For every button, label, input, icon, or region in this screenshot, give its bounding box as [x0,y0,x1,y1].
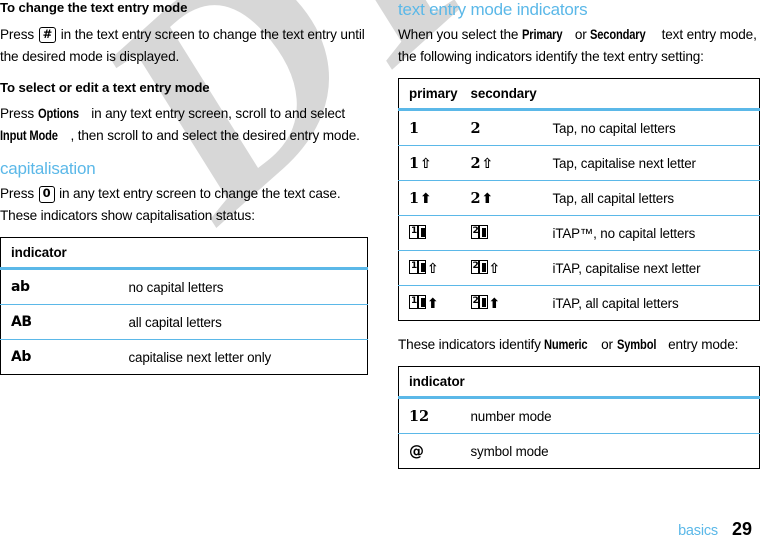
hollow-up-arrow-icon: ⇧ [427,260,439,277]
open-book-icon: 1 [409,260,426,275]
solid-up-arrow-icon: ⬆ [488,295,501,312]
table-row: 1 2 Tap, no capital letters [399,110,760,146]
table-row: ab no capital letters [1,269,368,305]
footer-section-label: basics [678,523,718,539]
emphasis-numeric: Numeric [544,337,588,353]
indicator-description: number mode [470,408,552,424]
primary-indicator-itap-next-caps: 1 ⇧ [398,250,461,286]
table-row: @ symbol mode [398,433,760,469]
page-footer: basics 29 [678,519,752,540]
secondary-indicator-tap-no-caps: 2 [470,119,481,137]
secondary-indicator-itap-no-caps: 2 [460,215,543,251]
emphasis-primary: Primary [521,27,563,43]
emphasis-symbol: Symbol [616,337,656,353]
mode-description: Tap, no capital letters [552,120,676,136]
press-label-2: Press [0,106,34,122]
table-header-row: primary secondary [398,78,760,112]
hollow-up-arrow-icon: ⇧ [481,156,494,173]
column-header-secondary: secondary [460,78,760,112]
column-header-indicator: indicator [398,366,760,400]
paragraph-numeric-symbol-start: These indicators identify [398,337,541,353]
paragraph-select-edit-mid: in any text entry screen, scroll to and … [91,106,346,122]
hash-key-icon: # [38,26,57,44]
left-column: To change the text entry mode Press # in… [0,0,368,376]
table-header-row: indicator [398,366,760,400]
solid-up-arrow-icon: ⬆ [481,191,494,208]
press-label-1: Press [0,26,34,42]
right-column: text entry mode indicators When you sele… [398,0,760,470]
secondary-indicator-tap-next-caps: 2⇧ [460,145,543,181]
solid-up-arrow-icon: ⬆ [427,295,439,312]
table-header-row: indicator [0,237,368,271]
text-entry-mode-table: primary secondary 1 2 Tap, no capital le… [398,78,760,322]
press-label-3: Press [0,186,34,202]
heading-change-text-entry-mode: To change the text entry mode [0,0,188,15]
primary-indicator-tap-all-caps: 1⬆ [398,180,461,216]
emphasis-input-mode: Input Mode [0,128,58,144]
mode-description: iTAP™, no capital letters [542,215,760,251]
paragraph-change-mode: Press # in the text entry screen to chan… [0,24,368,68]
footer-page-number: 29 [731,519,752,539]
numeric-symbol-indicator-table: indicator 12 number mode @ symbol mode [398,366,760,470]
heading-select-edit-text-entry-mode: To select or edit a text entry mode [0,79,210,95]
heading-capitalisation: capitalisation [0,159,96,179]
secondary-indicator-tap-all-caps: 2⬆ [460,180,543,216]
table-row: 1 2 iTAP™, no capital letters [398,215,760,251]
primary-indicator-tap-next-caps: 1⇧ [398,145,461,181]
primary-indicator-itap-all-caps: 1 ⬆ [398,285,461,321]
zero-key-icon: 0 [38,186,55,204]
table-row: 1 ⬆ 2 ⬆ iTAP, all capital letters [398,285,760,321]
table-row: 1⬆ 2⬆ Tap, all capital letters [398,180,760,216]
paragraph-select-edit-end: , then scroll to and select the desired … [70,128,360,144]
manual-page: To change the text entry mode Press # in… [0,0,760,546]
emphasis-secondary: Secondary [590,27,646,43]
primary-indicator-itap-no-caps: 1 [398,215,461,251]
heading-text-entry-mode-indicators: text entry mode indicators [398,0,588,19]
paragraph-mode-indicators-start: When you select the [398,27,519,43]
hollow-up-arrow-icon: ⇧ [419,156,432,173]
indicator-glyph-next-caps: Ab [0,339,119,375]
paragraph-numeric-symbol: These indicators identify Numeric or Sym… [398,334,760,356]
table-row: 12 number mode [399,398,760,434]
column-header-primary: primary [398,78,461,112]
conjunction-or-2: or [601,337,613,353]
paragraph-capitalisation: Press 0 in any text entry screen to chan… [0,183,368,227]
capitalisation-indicator-table: indicator ab no capital letters AB all c… [0,237,368,376]
table-row: 1⇧ 2⇧ Tap, capitalise next letter [398,145,760,181]
conjunction-or-1: or [574,27,587,43]
indicator-glyph-all-caps: AB [0,304,119,340]
mode-description: iTAP, all capital letters [542,285,760,321]
table-row: 1 ⇧ 2 ⇧ iTAP, capitalise next letter [398,250,760,286]
open-book-icon: 1 [409,225,426,240]
indicator-description: symbol mode [460,433,760,469]
open-book-icon: 2 [470,225,488,240]
indicator-description: no capital letters [128,279,224,295]
paragraph-mode-indicators: When you select the Primary or Secondary… [398,24,760,68]
table-row: Ab capitalise next letter only [0,339,368,375]
indicator-glyph-symbol-mode: @ [398,433,461,469]
indicator-description: all capital letters [118,304,368,340]
table-row: AB all capital letters [0,304,368,340]
secondary-indicator-itap-all-caps: 2 ⬆ [460,285,543,321]
primary-indicator-tap-no-caps: 1 [409,119,419,137]
paragraph-select-edit: Press Options in any text entry screen, … [0,103,368,147]
mode-description: iTAP, capitalise next letter [542,250,760,286]
hollow-up-arrow-icon: ⇧ [488,260,501,277]
mode-description: Tap, capitalise next letter [542,145,760,181]
open-book-icon: 2 [470,260,488,275]
secondary-indicator-itap-next-caps: 2 ⇧ [460,250,543,286]
paragraph-numeric-symbol-end: entry mode: [668,337,739,353]
open-book-icon: 1 [409,295,426,310]
indicator-description: capitalise next letter only [118,339,368,375]
solid-up-arrow-icon: ⬆ [419,191,432,208]
emphasis-options: Options [37,106,79,122]
indicator-glyph-number-mode: 12 [409,407,429,425]
indicator-glyph-no-caps: ab [11,279,30,296]
open-book-icon: 2 [470,295,488,310]
column-header-indicator: indicator [0,237,368,271]
mode-description: Tap, all capital letters [542,180,760,216]
